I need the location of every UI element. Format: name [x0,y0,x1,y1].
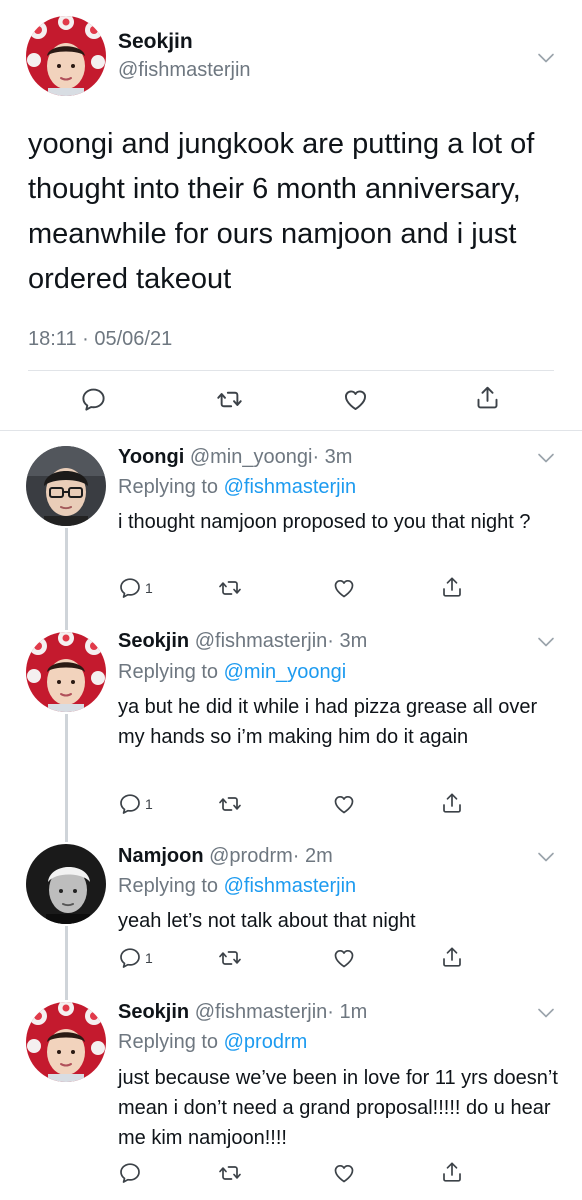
reply-text: ya but he did it while i had pizza greas… [118,696,538,748]
like-icon [342,386,369,413]
reply-icon [118,1161,142,1185]
share-button[interactable] [440,945,464,969]
reply-author-handle[interactable]: @min_yoongi [190,446,313,468]
retweet-icon [218,576,242,600]
like-button[interactable] [332,792,356,816]
replying-to: Replying to @min_yoongi [118,661,347,683]
reply-time: · 2m [292,845,333,867]
share-button[interactable] [440,1160,464,1184]
chevron-down-icon[interactable] [537,636,555,648]
retweet-icon [218,946,242,970]
thread-line [65,714,68,842]
reply-button[interactable]: 1 [118,946,153,970]
red-octopus-hat-avatar-icon [26,632,106,712]
reply-header[interactable]: Namjoon @prodrm· 2m [118,845,333,868]
thread-line [65,528,68,630]
like-icon [332,946,356,970]
red-octopus-hat-avatar-icon [26,16,106,96]
reply-count: 1 [145,796,153,812]
share-icon [474,384,501,411]
author-handle[interactable]: @fishmasterjin [118,59,251,82]
reply-count: 1 [145,950,153,966]
avatar[interactable] [26,16,106,96]
thread-line [65,926,68,1000]
reply-header[interactable]: Yoongi @min_yoongi· 3m [118,446,352,469]
share-icon [440,791,464,815]
chevron-down-icon[interactable] [537,1007,555,1019]
tweet-timestamp[interactable]: 18:11 · 05/06/21 [28,328,172,351]
retweet-icon [216,386,243,413]
reply-author-name[interactable]: Namjoon [118,845,204,867]
reply-time: · 1m [327,1001,368,1023]
tweet-text: yoongi and jungkook are putting a lot of… [28,128,535,295]
reply-author-handle[interactable]: @fishmasterjin [195,630,328,652]
share-icon [440,575,464,599]
replying-to: Replying to @fishmasterjin [118,875,357,897]
chevron-down-icon[interactable] [537,52,555,64]
avatar[interactable] [26,844,106,924]
red-octopus-hat-avatar-icon [26,1002,106,1082]
share-button[interactable] [474,384,501,411]
reply-icon [118,946,142,970]
replying-to-link[interactable]: @fishmasterjin [224,875,357,897]
reply-icon [118,576,142,600]
reply-author-handle[interactable]: @fishmasterjin [195,1001,328,1023]
reply-text: just because we’ve been in love for 11 y… [118,1067,558,1149]
replying-to-link[interactable]: @min_yoongi [224,661,347,683]
reply-count: 1 [145,580,153,596]
retweet-button[interactable] [218,946,242,970]
share-icon [440,945,464,969]
reply-author-handle[interactable]: @prodrm [209,845,293,867]
reply-icon [118,792,142,816]
reply-time: · 3m [312,446,353,468]
divider [28,370,554,371]
like-button[interactable] [342,386,369,413]
chevron-down-icon[interactable] [537,452,555,464]
avatar[interactable] [26,446,106,526]
avatar[interactable] [26,1002,106,1082]
reply-header[interactable]: Seokjin @fishmasterjin· 1m [118,1001,367,1024]
replying-to-link[interactable]: @fishmasterjin [224,476,357,498]
chevron-down-icon[interactable] [537,851,555,863]
retweet-icon [218,1161,242,1185]
reply-author-name[interactable]: Seokjin [118,630,189,652]
retweet-button[interactable] [218,792,242,816]
like-icon [332,1161,356,1185]
like-button[interactable] [332,576,356,600]
reply-icon [80,386,107,413]
reply-time: · 3m [327,630,368,652]
retweet-icon [218,792,242,816]
retweet-button[interactable] [218,1161,242,1185]
retweet-button[interactable] [218,576,242,600]
reply-text: i thought namjoon proposed to you that n… [118,511,531,533]
replying-to: Replying to @fishmasterjin [118,476,357,498]
replying-to: Replying to @prodrm [118,1031,308,1053]
like-icon [332,576,356,600]
like-icon [332,792,356,816]
replying-to-link[interactable]: @prodrm [224,1031,308,1053]
share-button[interactable] [440,575,464,599]
share-icon [440,1160,464,1184]
author-name[interactable]: Seokjin [118,30,193,54]
avatar[interactable] [26,632,106,712]
like-button[interactable] [332,1161,356,1185]
reply-button[interactable] [80,386,107,413]
reply-button[interactable]: 1 [118,792,153,816]
reply-text: yeah let’s not talk about that night [118,910,416,932]
reply-author-name[interactable]: Yoongi [118,446,184,468]
main-tweet: Seokjin @fishmasterjin yoongi and jungko… [0,0,582,431]
retweet-button[interactable] [216,386,243,413]
share-button[interactable] [440,791,464,815]
like-button[interactable] [332,946,356,970]
glasses-avatar-icon [26,446,106,526]
reply-button[interactable] [118,1161,145,1185]
reply-author-name[interactable]: Seokjin [118,1001,189,1023]
reply-header[interactable]: Seokjin @fishmasterjin· 3m [118,630,367,653]
reply-button[interactable]: 1 [118,576,153,600]
white-hair-avatar-icon [26,844,106,924]
